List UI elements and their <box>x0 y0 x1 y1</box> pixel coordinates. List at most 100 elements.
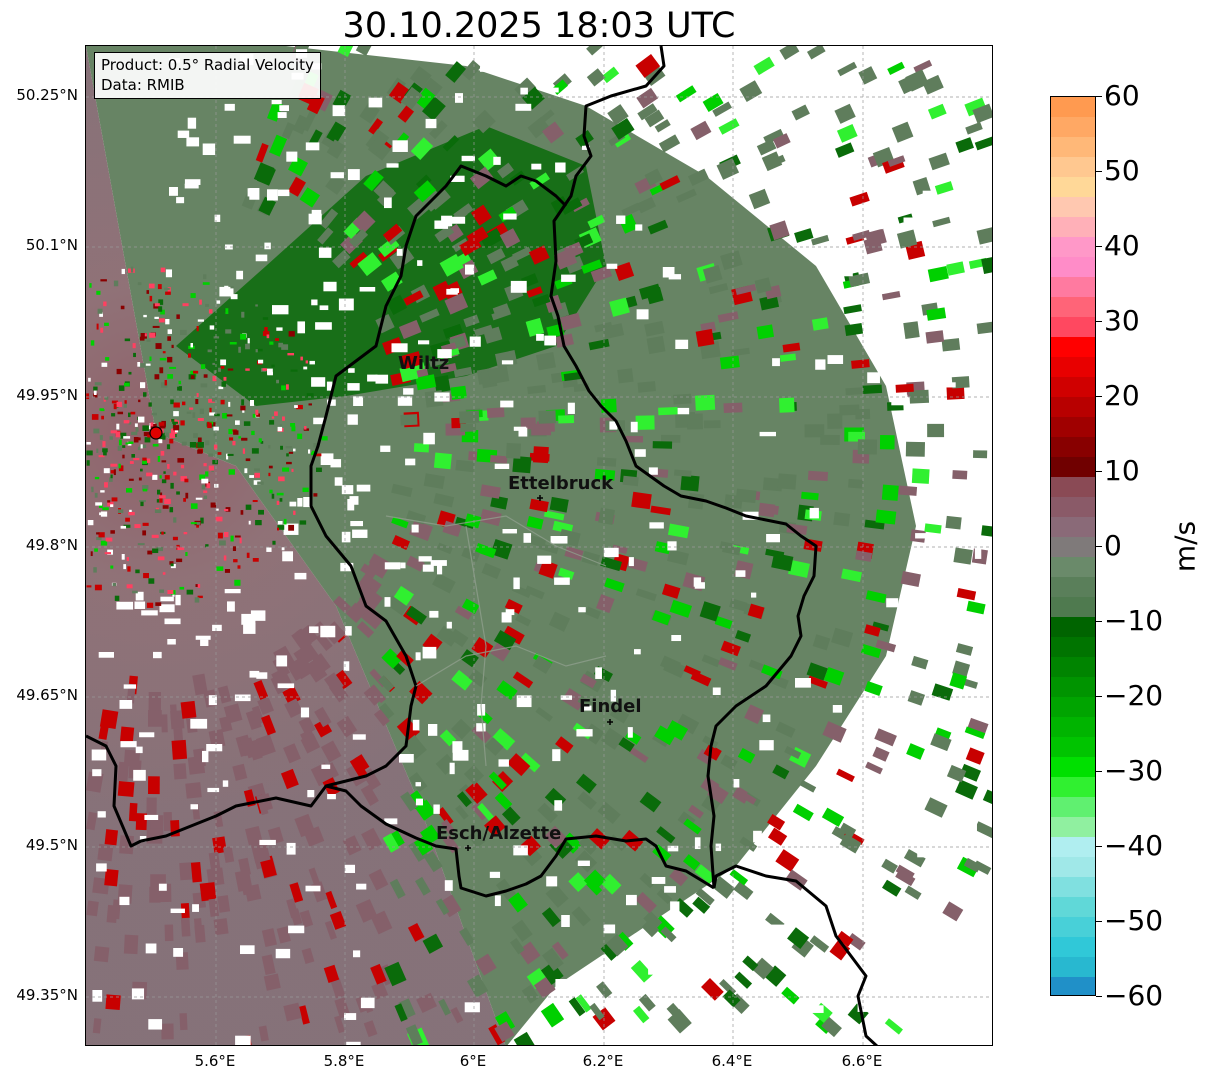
radar-gap <box>984 90 992 96</box>
radar-speckle <box>95 502 103 506</box>
radar-speckle <box>93 428 100 434</box>
radar-speckle <box>159 475 162 479</box>
radar-speckle <box>152 548 159 554</box>
radar-speckle <box>293 510 296 515</box>
radar-gap <box>712 687 721 695</box>
radar-gap <box>651 877 666 884</box>
radar-speckle <box>100 279 107 282</box>
radar-gate <box>400 414 418 426</box>
radar-speckle <box>286 453 289 457</box>
radar-speckle <box>128 371 132 375</box>
radar-gate <box>512 455 532 474</box>
radar-gate <box>942 901 964 922</box>
radar-speckle <box>176 314 180 319</box>
radar-speckle <box>276 379 280 384</box>
radar-speckle <box>124 382 130 387</box>
radar-gap <box>350 521 364 527</box>
radar-gap <box>234 694 251 702</box>
radar-speckle <box>143 392 147 397</box>
radar-gate <box>965 747 985 765</box>
colorbar-tick <box>1096 321 1102 322</box>
radar-gate <box>164 924 174 942</box>
radar-speckle <box>146 602 154 608</box>
radar-gate <box>622 475 639 487</box>
radar-speckle <box>148 578 155 584</box>
radar-speckle <box>244 468 248 474</box>
radar-speckle <box>209 325 215 330</box>
radar-speckle <box>245 504 252 510</box>
radar-speckle <box>167 356 173 363</box>
radar-gap <box>690 1002 708 1007</box>
radar-gap <box>974 442 984 451</box>
radar-gate <box>686 413 703 430</box>
colorbar-band <box>1051 817 1095 838</box>
radar-speckle <box>140 468 143 472</box>
radar-gap <box>953 246 961 253</box>
radar-gap <box>347 414 358 425</box>
radar-speckle <box>200 364 206 370</box>
radar-speckle <box>154 374 160 380</box>
radar-speckle <box>223 376 227 381</box>
radar-speckle <box>201 478 209 484</box>
radar-speckle <box>203 495 208 499</box>
radar-speckle <box>321 436 328 441</box>
radar-gate <box>911 655 929 670</box>
radar-speckle <box>134 524 141 529</box>
radar-gate <box>734 971 753 989</box>
radar-gap <box>577 860 590 866</box>
radar-map[interactable]: Wiltz Ettelbruck Findel Esch/Alzette Pro… <box>85 45 993 1046</box>
colorbar-tick <box>1096 471 1102 472</box>
radar-speckle <box>102 441 106 447</box>
radar-speckle <box>90 551 93 557</box>
radar-speckle <box>291 468 294 472</box>
radar-speckle <box>196 524 199 528</box>
radar-gap <box>489 871 501 878</box>
radar-speckle <box>113 403 117 410</box>
radar-gap <box>352 734 366 740</box>
radar-gate <box>835 142 855 158</box>
radar-gate <box>99 709 119 730</box>
radar-speckle <box>157 489 161 495</box>
radar-speckle <box>240 333 247 340</box>
radar-speckle <box>180 420 185 426</box>
radar-speckle <box>282 467 290 472</box>
radar-gap <box>236 270 244 280</box>
radar-speckle <box>164 380 167 386</box>
radar-speckle <box>142 457 147 461</box>
radar-speckle <box>143 314 147 318</box>
radar-gate <box>811 234 830 246</box>
radar-speckle <box>220 399 225 405</box>
radar-gap <box>224 103 235 111</box>
radar-gap <box>628 557 634 567</box>
radar-gate <box>123 934 139 955</box>
colorbar-tick <box>1096 846 1102 847</box>
radar-gap <box>403 388 414 395</box>
radar-speckle <box>252 500 258 503</box>
radar-speckle <box>136 437 141 441</box>
radar-gate <box>558 415 575 424</box>
radar-speckle <box>185 552 188 557</box>
radar-gap <box>906 430 924 437</box>
radar-speckle <box>233 430 239 435</box>
radar-gate <box>106 904 118 923</box>
radar-gap <box>501 612 512 623</box>
radar-gate <box>617 368 634 384</box>
radar-gate <box>976 321 992 335</box>
colorbar-band <box>1051 97 1095 118</box>
radar-gate <box>791 104 810 121</box>
radar-gate <box>881 484 899 501</box>
radar-gap <box>318 247 332 258</box>
radar-speckle <box>165 432 169 438</box>
radar-gap <box>396 248 403 256</box>
radar-speckle <box>224 509 229 512</box>
radar-gap <box>341 485 354 495</box>
colorbar-band <box>1051 277 1095 298</box>
radar-gate <box>701 978 724 1001</box>
radar-gap <box>271 100 282 105</box>
radar-gap <box>635 224 643 231</box>
radar-speckle <box>173 425 180 431</box>
radar-speckle <box>102 507 109 511</box>
radar-gate <box>148 691 162 712</box>
radar-gap <box>173 948 184 957</box>
radar-gap <box>815 359 826 370</box>
